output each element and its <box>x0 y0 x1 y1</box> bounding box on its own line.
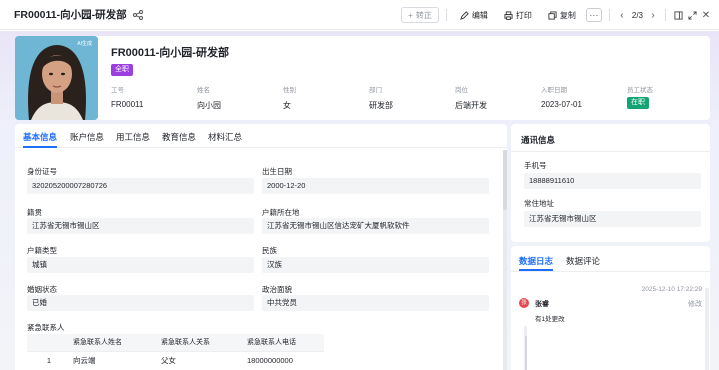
contact-info-card: 通讯信息 手机号 18888911610 常住地址 江苏省无锡市锡山区 <box>511 124 710 242</box>
tab-data-log[interactable]: 数据日志 <box>519 255 553 267</box>
log-user: 张睿 <box>535 301 549 308</box>
scrollbar-thumb[interactable] <box>503 150 507 210</box>
field-position: 岗位 后端开发 <box>455 87 487 110</box>
hukou-type-value: 城镇 <box>27 257 254 273</box>
tab-education-info[interactable]: 教育信息 <box>162 131 196 143</box>
chevron-left-icon[interactable]: ‹ <box>617 10 627 21</box>
copy-icon <box>548 10 557 20</box>
print-button[interactable]: 打印 <box>498 7 538 23</box>
log-summary[interactable]: 有1处更改 <box>535 313 565 323</box>
origin-label: 籍贯 <box>27 208 42 217</box>
copy-button[interactable]: 复制 <box>542 7 582 23</box>
profile-fields: 工号 FR00011 姓名 向小园 性别 女 部门 研发部 岗位 后端开发 入职… <box>111 84 701 114</box>
hukou-location-value: 江苏省无锡市锡山区信达宠矿大厦帆软软件 <box>262 218 489 234</box>
log-scrollbar[interactable] <box>705 288 709 370</box>
tab-data-comments[interactable]: 数据评论 <box>566 255 600 267</box>
field-employee-id: 工号 FR00011 <box>111 87 144 109</box>
status-badge: 在职 <box>627 97 649 109</box>
employment-type-badge: 全职 <box>111 64 133 76</box>
hukou-location-label: 户籍所在地 <box>262 208 300 217</box>
marital-status-label: 婚姻状态 <box>27 285 57 294</box>
profile-name: FR00011-向小园-研发部 <box>111 47 229 59</box>
address-label: 常住地址 <box>524 199 554 208</box>
edit-button[interactable]: 编辑 <box>454 7 494 23</box>
field-employee-status: 员工状态 在职 <box>627 84 653 109</box>
record-title: FR00011-向小园-研发部 <box>14 9 127 21</box>
log-timestamp: 2025-12-10 17:22:29 <box>641 286 702 293</box>
plus-icon: + <box>408 10 413 20</box>
data-log-card: 数据日志 数据评论 2025-12-10 17:22:29 张 张睿 修改 有1… <box>511 246 710 370</box>
phone-label: 手机号 <box>524 161 547 170</box>
expand-icon[interactable] <box>687 10 697 20</box>
avatar: AI生成 <box>15 36 98 120</box>
field-name: 姓名 向小园 <box>197 87 221 110</box>
hukou-type-label: 户籍类型 <box>27 246 57 255</box>
user-avatar: 张 <box>519 298 529 308</box>
print-icon <box>504 10 513 20</box>
contact-title: 通讯信息 <box>521 135 556 145</box>
edit-icon <box>460 10 469 20</box>
id-number-value: 320205200007280726 <box>27 178 254 194</box>
address-value: 江苏省无锡市锡山区 <box>524 211 701 227</box>
more-button[interactable]: ··· <box>585 8 602 22</box>
share-icon[interactable] <box>132 9 143 20</box>
divider <box>511 271 710 272</box>
table-row: 1 向云端 父女 18000000000 <box>46 356 293 365</box>
marital-status-value: 已婚 <box>27 295 254 311</box>
close-icon[interactable]: ✕ <box>701 10 711 21</box>
side-panel-icon[interactable] <box>673 10 683 20</box>
divider <box>511 151 710 152</box>
id-number-label: 身份证号 <box>27 167 57 176</box>
tab-basic-info[interactable]: 基本信息 <box>23 131 57 143</box>
main-scrollbar[interactable] <box>503 150 507 370</box>
ethnicity-label: 民族 <box>262 246 277 255</box>
birth-date-value: 2000-12-20 <box>262 178 489 194</box>
pager-text: 2/3 <box>631 10 643 20</box>
log-action: 修改 <box>688 301 702 308</box>
field-hire-date: 入职日期 2023-07-01 <box>541 87 582 109</box>
info-tabs: 基本信息 账户信息 用工信息 教育信息 材料汇总 <box>15 124 507 148</box>
tab-account-info[interactable]: 账户信息 <box>70 131 104 143</box>
chevron-right-icon[interactable]: › <box>648 10 658 21</box>
record-pager: ‹ 2/3 › <box>617 10 658 21</box>
divider <box>608 9 610 21</box>
field-gender: 性别 女 <box>283 87 296 110</box>
political-status-label: 政治面貌 <box>262 285 292 294</box>
avatar-brand: AI生成 <box>77 41 92 47</box>
timeline-line <box>525 336 527 370</box>
toolbar: + 转正 编辑 打印 复制 ··· ‹ 2/3 › ✕ <box>401 6 711 24</box>
table-header: 紧急联系人姓名 紧急联系人关系 紧急联系人电话 <box>27 334 324 352</box>
phone-value: 18888911610 <box>524 173 701 189</box>
divider <box>665 9 666 21</box>
origin-value: 江苏省无锡市锡山区 <box>27 218 254 234</box>
active-tab-indicator <box>23 146 57 148</box>
tab-employment-info[interactable]: 用工信息 <box>116 131 150 143</box>
tab-materials[interactable]: 材料汇总 <box>208 131 242 143</box>
birth-date-label: 出生日期 <box>262 167 292 176</box>
ethnicity-value: 汉族 <box>262 257 489 273</box>
political-status-value: 中共党员 <box>262 295 489 311</box>
emergency-contact-label: 紧急联系人 <box>27 323 65 332</box>
emergency-contact-table: 紧急联系人姓名 紧急联系人关系 紧急联系人电话 1 向云端 父女 1800000… <box>27 334 324 370</box>
top-bar: FR00011-向小园-研发部 + 转正 编辑 打印 复制 ··· ‹ 2/3 … <box>0 0 719 30</box>
profile-header: AI生成 FR00011-向小园-研发部 全职 工号 FR00011 姓名 向小… <box>15 36 710 120</box>
field-department: 部门 研发部 <box>369 87 393 110</box>
divider <box>445 9 447 21</box>
transfer-button[interactable]: + 转正 <box>401 7 439 23</box>
